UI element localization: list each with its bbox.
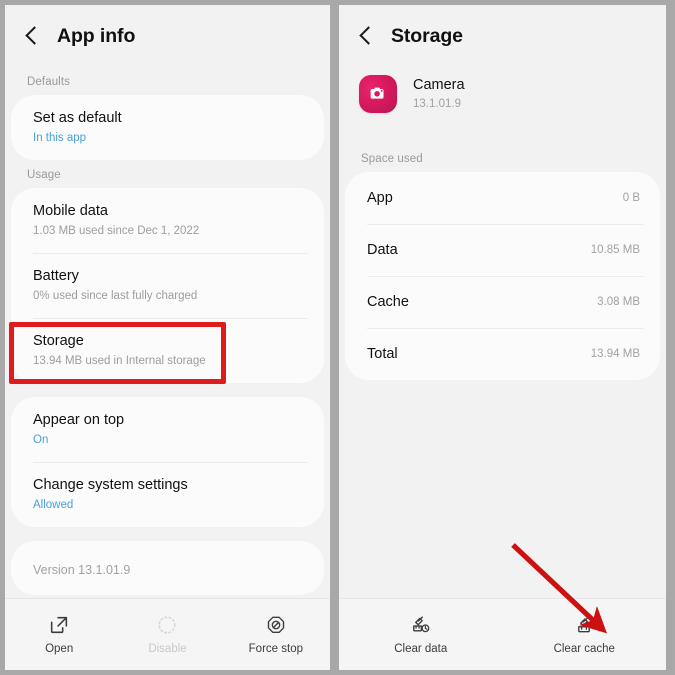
clear-cache-button[interactable]: Clear cache [503, 614, 667, 655]
space-used-card: App 0 B Data 10.85 MB Cache 3.08 MB Tota… [345, 172, 660, 380]
app-info-panel: App info Defaults Set as default In this… [5, 5, 330, 670]
app-summary: Camera 13.1.01.9 [339, 67, 666, 119]
storage-row-value: 0 B [622, 192, 640, 204]
screenshot-stage: App info Defaults Set as default In this… [0, 0, 675, 675]
storage-row-total: Total 13.94 MB [345, 328, 660, 380]
clear-data-button[interactable]: Clear data [339, 614, 503, 655]
clear-cache-broom-icon [578, 617, 591, 633]
storage-row-label: Cache [367, 294, 409, 310]
row-mobile-data[interactable]: Mobile data 1.03 MB used since Dec 1, 20… [11, 188, 324, 253]
storage-row-value: 3.08 MB [597, 296, 640, 308]
action-label: Open [45, 643, 74, 655]
row-change-system-settings[interactable]: Change system settings Allowed [11, 462, 324, 527]
camera-glyph-icon [370, 87, 384, 99]
action-label: Force stop [248, 643, 303, 655]
camera-app-icon [359, 75, 397, 113]
row-storage[interactable]: Storage 13.94 MB used in Internal storag… [11, 318, 324, 383]
version-text: Version 13.1.01.9 [33, 563, 131, 577]
defaults-card: Set as default In this app [11, 95, 324, 160]
row-subtitle: Allowed [33, 499, 74, 511]
action-label: Disable [148, 643, 187, 655]
section-label-space-used: Space used [361, 153, 423, 165]
row-subtitle: 13.94 MB used in Internal storage [33, 355, 206, 367]
page-title: App info [57, 24, 136, 47]
usage-card: Mobile data 1.03 MB used since Dec 1, 20… [11, 188, 324, 383]
row-battery[interactable]: Battery 0% used since last fully charged [11, 253, 324, 318]
section-label-defaults: Defaults [27, 76, 70, 88]
storage-row-label: Total [367, 346, 398, 362]
row-subtitle: 0% used since last fully charged [33, 290, 198, 302]
row-subtitle: 1.03 MB used since Dec 1, 2022 [33, 225, 200, 237]
page-title: Storage [391, 24, 463, 47]
row-subtitle: In this app [33, 132, 87, 144]
row-set-as-default[interactable]: Set as default In this app [11, 95, 324, 160]
back-chevron-icon[interactable] [355, 25, 377, 47]
storage-row-cache: Cache 3.08 MB [345, 276, 660, 328]
disable-button: Disable [113, 614, 221, 655]
app-summary-text: Camera 13.1.01.9 [413, 76, 465, 113]
card-gap [5, 383, 330, 397]
force-stop-button[interactable]: Force stop [222, 614, 330, 655]
storage-row-app: App 0 B [345, 172, 660, 224]
storage-row-data: Data 10.85 MB [345, 224, 660, 276]
row-title: Set as default [33, 110, 122, 126]
storage-row-value: 13.94 MB [590, 348, 640, 360]
version-card: Version 13.1.01.9 [11, 541, 324, 595]
row-appear-on-top[interactable]: Appear on top On [11, 397, 324, 462]
row-title: Storage [33, 333, 84, 349]
storage-row-label: Data [367, 242, 398, 258]
app-info-action-bar: Open Disable Force stop [5, 598, 330, 670]
storage-panel: Storage Camera 13.1.01.9 Space used App … [339, 5, 666, 670]
open-button[interactable]: Open [5, 614, 113, 655]
storage-row-value: 10.85 MB [590, 244, 640, 256]
row-title: Battery [33, 268, 79, 284]
action-label: Clear data [394, 643, 448, 655]
app-info-header: App info [5, 5, 330, 67]
clear-data-broom-icon [412, 616, 430, 633]
row-title: Appear on top [33, 412, 125, 428]
back-chevron-icon[interactable] [21, 25, 43, 47]
row-subtitle: On [33, 434, 49, 446]
disable-dotted-circle-icon [158, 616, 177, 634]
advanced-card: Appear on top On Change system settings … [11, 397, 324, 527]
force-stop-octagon-icon [267, 616, 285, 634]
section-label-usage: Usage [27, 169, 61, 181]
app-name: Camera [413, 76, 465, 93]
action-label: Clear cache [553, 643, 615, 655]
storage-header: Storage [339, 5, 666, 67]
row-title: Mobile data [33, 203, 108, 219]
storage-row-label: App [367, 190, 393, 206]
open-external-icon [51, 616, 68, 634]
app-version: 13.1.01.9 [413, 97, 461, 110]
row-title: Change system settings [33, 477, 188, 493]
storage-action-bar: Clear data Clear cache [339, 598, 666, 670]
